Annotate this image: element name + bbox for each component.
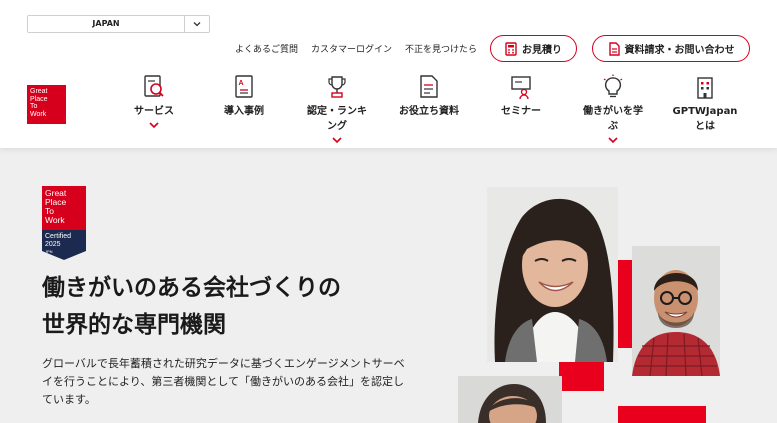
nav-item-case-studies[interactable]: A 導入事例	[199, 74, 289, 119]
badge-year: 2025	[45, 241, 61, 248]
badge-country: JPN	[45, 249, 53, 254]
gptw-logo[interactable]: Great Place To Work	[27, 85, 66, 124]
site-header: JAPAN よくあるご質問 カスタマーログイン 不正を見つけたら お見積り 資料…	[0, 0, 777, 148]
country-select[interactable]: JAPAN	[27, 15, 210, 33]
logo-line: Place	[30, 95, 48, 103]
nav-label: お役立ち資料	[399, 106, 459, 117]
hero-description: グローバルで長年蓄積された研究データに基づくエンゲージメントサーベ イを行うこと…	[42, 355, 422, 409]
chevron-down-icon	[608, 137, 618, 143]
photo-person-partial-illustration	[458, 376, 562, 423]
hero-headline: 働きがいのある会社づくりの 世界的な専門機関	[42, 270, 341, 344]
nav-label: サービス	[134, 106, 174, 117]
nav-label: 導入事例	[224, 106, 264, 117]
chevron-down-icon	[193, 22, 201, 27]
nav-label: 働きがいを学	[583, 106, 643, 117]
certified-badge: Great Place To Work Certified 2025 JPN	[42, 186, 86, 260]
nav-label: 認定・ランキ	[307, 106, 367, 117]
nav-item-seminar[interactable]: セミナー	[476, 74, 566, 119]
chevron-down-icon	[149, 122, 159, 128]
quote-button-label: お見積り	[522, 45, 562, 56]
nav-item-certification-ranking[interactable]: 認定・ランキ ング	[292, 74, 382, 143]
hero-section: Great Place To Work Certified 2025 JPN 働…	[0, 148, 777, 423]
logo-line: Work	[30, 110, 47, 118]
customer-login-link[interactable]: カスタマーログイン	[311, 42, 392, 55]
nav-label: GPTWJapan	[672, 106, 738, 117]
case-study-icon: A	[235, 75, 253, 98]
photo-woman-illustration	[487, 187, 618, 362]
building-icon	[697, 77, 713, 99]
nav-label: ング	[327, 121, 347, 132]
headline-line: 働きがいのある会社づくりの	[42, 275, 341, 301]
chevron-down-icon	[332, 137, 342, 143]
nav-item-learn[interactable]: 働きがいを学 ぶ	[568, 74, 658, 143]
badge-line: Work	[45, 215, 65, 225]
badge-bottom: Certified 2025 JPN	[42, 230, 86, 260]
red-accent-block	[618, 406, 706, 423]
nav-label: とは	[695, 121, 715, 132]
contact-button[interactable]: 資料請求・お問い合わせ	[592, 35, 750, 62]
nav-label: ぶ	[608, 121, 618, 132]
description-line: ています。	[42, 393, 96, 406]
photo-man-illustration	[632, 246, 720, 376]
svg-text:A: A	[239, 80, 244, 87]
photo-man	[632, 246, 720, 376]
headline-line: 世界的な専門機関	[42, 312, 226, 338]
logo-line: To	[30, 103, 38, 110]
trophy-icon	[328, 76, 346, 98]
badge-certified: Certified	[45, 233, 72, 240]
nav-item-service[interactable]: サービス	[109, 74, 199, 128]
quote-button[interactable]: お見積り	[490, 35, 577, 62]
faq-link[interactable]: よくあるご質問	[235, 42, 298, 55]
description-line: イを行うことにより、第三者機関として「働きがいのある会社」を認定し	[42, 375, 405, 388]
nav-label: セミナー	[501, 106, 541, 117]
country-select-divider	[184, 16, 185, 32]
service-icon	[144, 75, 164, 97]
logo-line: Great	[30, 88, 48, 95]
nav-item-resources[interactable]: お役立ち資料	[384, 74, 474, 119]
badge-top: Great Place To Work	[42, 186, 86, 230]
lightbulb-icon	[603, 74, 623, 98]
document-icon	[420, 75, 438, 98]
seminar-icon	[511, 76, 531, 100]
photo-woman	[487, 187, 618, 362]
calculator-icon	[505, 41, 517, 56]
contact-button-label: 資料請求・お問い合わせ	[624, 45, 735, 56]
document-request-icon	[608, 41, 620, 56]
photo-person-partial	[458, 376, 562, 423]
red-accent-block	[559, 358, 604, 391]
description-line: グローバルで長年蓄積された研究データに基づくエンゲージメントサーベ	[42, 357, 405, 370]
country-select-value: JAPAN	[92, 19, 120, 28]
report-fraud-link[interactable]: 不正を見つけたら	[405, 42, 477, 55]
nav-item-about[interactable]: GPTWJapan とは	[660, 74, 750, 134]
